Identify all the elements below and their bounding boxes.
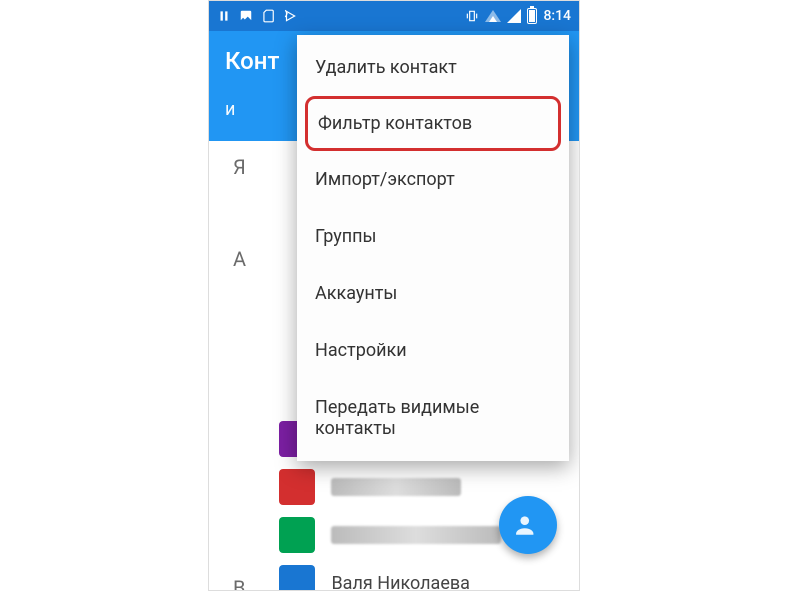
menu-share-visible[interactable]: Передать видимые контакты bbox=[297, 379, 569, 457]
menu-groups[interactable]: Группы bbox=[297, 208, 569, 265]
contact-name-blurred bbox=[331, 478, 461, 496]
wifi-icon bbox=[485, 10, 501, 22]
avatar bbox=[279, 565, 315, 591]
pause-icon bbox=[217, 9, 231, 23]
menu-settings[interactable]: Настройки bbox=[297, 322, 569, 379]
device-frame: 8:14 Конт и Я А В Валя Николаева bbox=[208, 0, 580, 591]
avatar bbox=[279, 469, 315, 505]
menu-accounts[interactable]: Аккаунты bbox=[297, 265, 569, 322]
avatar bbox=[279, 517, 315, 553]
battery-icon bbox=[527, 8, 537, 24]
contact-name: Валя Николаева bbox=[331, 573, 469, 591]
status-right: 8:14 bbox=[465, 8, 571, 24]
person-add-icon bbox=[515, 512, 541, 538]
play-icon bbox=[283, 9, 297, 23]
menu-import-export[interactable]: Импорт/экспорт bbox=[297, 151, 569, 208]
status-bar: 8:14 bbox=[209, 1, 579, 31]
status-left bbox=[217, 9, 297, 23]
overflow-menu: Удалить контакт Фильтр контактов Импорт/… bbox=[297, 35, 569, 461]
section-header-b: В bbox=[209, 566, 269, 591]
menu-delete-contact[interactable]: Удалить контакт bbox=[297, 39, 569, 96]
fab-add-contact[interactable] bbox=[499, 496, 557, 554]
clock: 8:14 bbox=[543, 8, 571, 24]
sim-icon bbox=[261, 9, 275, 23]
menu-filter-contacts[interactable]: Фильтр контактов bbox=[305, 96, 561, 151]
image-icon bbox=[239, 9, 253, 23]
contact-name-blurred bbox=[331, 526, 501, 544]
signal-icon bbox=[507, 9, 521, 23]
vibrate-icon bbox=[465, 9, 479, 23]
contact-row[interactable]: Валя Николаева bbox=[269, 559, 579, 591]
